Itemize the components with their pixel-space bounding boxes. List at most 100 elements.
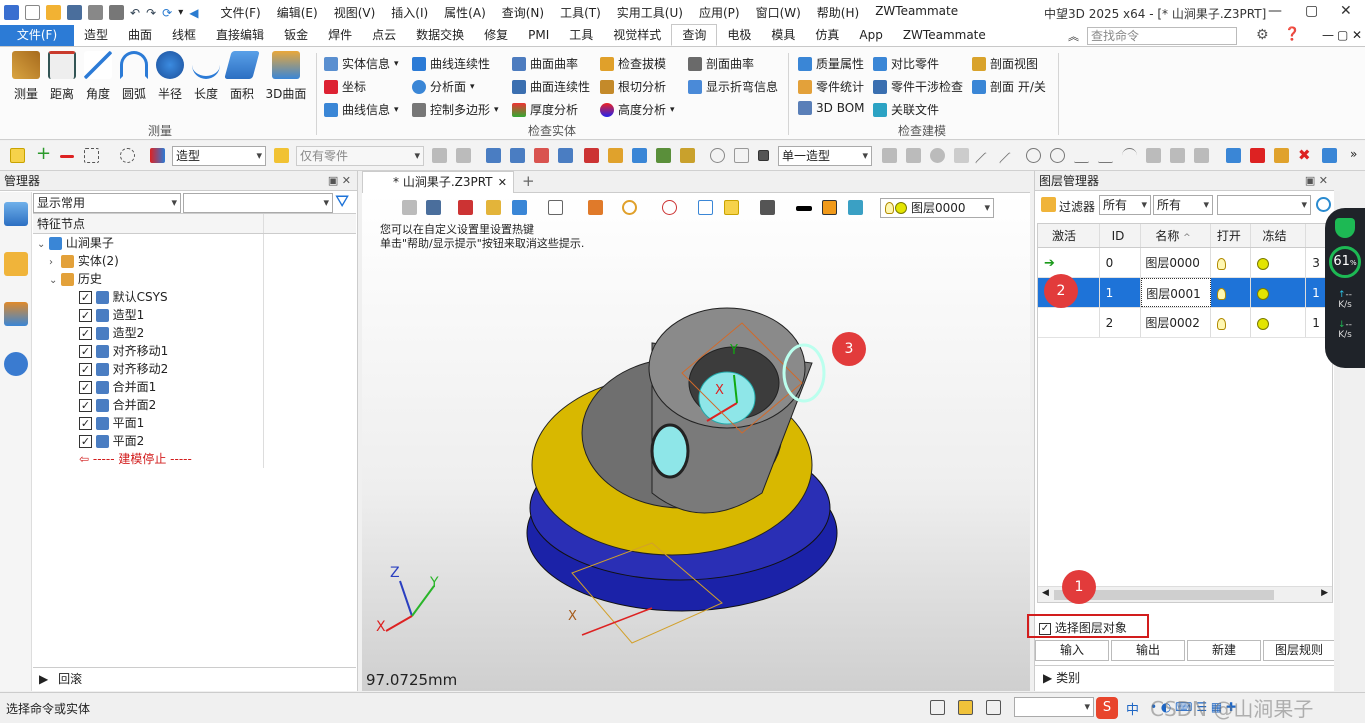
remove-icon[interactable] (60, 155, 74, 158)
3d-surface-button[interactable]: 3D曲面 (264, 51, 308, 102)
layer-visible-bulb-icon[interactable] (1216, 287, 1226, 300)
model-canvas[interactable]: 图层0000 您可以在自定义设置里设置热键 单击"帮助/显示提示"按钮来取消这些… (362, 193, 1030, 691)
menu-insert[interactable]: 插入(I) (383, 4, 436, 21)
view-cube-outline-icon[interactable] (548, 200, 563, 215)
height-analysis-button[interactable]: 高度分析 ▾ (600, 101, 675, 118)
layer-freeze-icon[interactable] (1256, 317, 1269, 330)
radius-button[interactable]: 半径 (152, 51, 188, 102)
layer-row[interactable]: 1 图层0001 1 (1038, 278, 1332, 308)
toolbar-tool-icon[interactable] (954, 148, 969, 163)
view-tool-icon[interactable] (486, 200, 501, 215)
angle-button[interactable]: 角度 (80, 51, 116, 102)
part-tab-icon[interactable] (3, 252, 28, 276)
tab-data-exchange[interactable]: 数据交换 (406, 25, 474, 46)
toolbar-tool-icon[interactable] (906, 148, 921, 163)
layer-filter-dropdown-1[interactable]: 所有 (1099, 195, 1151, 215)
view-tool-icon[interactable] (662, 200, 677, 215)
bend-info-button[interactable]: 显示折弯信息 (688, 78, 778, 95)
layer-freeze-icon[interactable] (1256, 257, 1269, 270)
toolbar-tool-icon[interactable] (930, 148, 945, 163)
print-icon[interactable] (88, 5, 103, 20)
tab-direct-edit[interactable]: 直接编辑 (206, 25, 274, 46)
ime-logo-icon[interactable]: S (1096, 697, 1118, 719)
menu-attribute[interactable]: 属性(A) (436, 4, 494, 21)
layer-visible-bulb-icon[interactable] (1216, 257, 1226, 270)
clock-icon[interactable] (710, 148, 725, 163)
more-tools-icon[interactable]: » (1350, 147, 1357, 162)
single-modeling-dropdown[interactable]: 单一造型 (778, 146, 872, 166)
mass-properties-button[interactable]: 质量属性 (798, 55, 864, 72)
3d-bom-button[interactable]: 3D BOM (798, 101, 865, 115)
line-color-icon[interactable] (796, 206, 812, 211)
view-tool-icon[interactable] (426, 200, 441, 215)
undo-icon[interactable]: ↶ (130, 6, 140, 20)
tab-surface[interactable]: 曲面 (118, 25, 162, 46)
toolbar-tool-icon[interactable] (680, 148, 695, 163)
compare-part-button[interactable]: 对比零件 (873, 55, 939, 72)
tab-file[interactable]: 文件(F) (0, 25, 74, 46)
user-tab-icon[interactable] (3, 352, 28, 376)
toolbar-tool-icon[interactable] (1170, 148, 1185, 163)
section-curvature-button[interactable]: 剖面曲率 (688, 55, 754, 72)
save-icon[interactable] (67, 5, 82, 20)
scroll-left-icon[interactable]: ◀ (1042, 588, 1049, 598)
toolbar-tool-icon[interactable] (486, 148, 501, 163)
scroll-right-icon[interactable]: ▶ (1321, 588, 1328, 598)
box-select-icon[interactable] (84, 148, 99, 163)
analyze-face-button[interactable]: 分析面 ▾ (412, 78, 475, 95)
undercut-button[interactable]: 根切分析 (600, 78, 666, 95)
visibility-checkbox[interactable]: ✓ (79, 327, 92, 340)
layer-stack-icon[interactable] (848, 200, 863, 215)
tab-zwteammate[interactable]: ZWTeammate (893, 25, 996, 46)
toolbar-tool-icon[interactable] (1194, 148, 1209, 163)
toolbar-tool-icon[interactable] (632, 148, 647, 163)
measure-button[interactable]: 测量 (8, 51, 44, 102)
display-mode-dropdown[interactable]: 显示常用 (33, 193, 181, 213)
tab-weldment[interactable]: 焊件 (318, 25, 362, 46)
select-layer-object-option[interactable]: ✓ 选择图层对象 (1027, 614, 1149, 638)
menu-file[interactable]: 文件(F) (212, 4, 268, 21)
curve-info-button[interactable]: 曲线信息 ▾ (324, 101, 399, 118)
tree-node[interactable]: ✓ 合并面1 (33, 378, 356, 396)
menu-apps[interactable]: 应用(P) (691, 4, 748, 21)
layer-refresh-icon[interactable] (1316, 197, 1331, 212)
tab-app[interactable]: App (849, 25, 892, 46)
view-cube-icon[interactable] (512, 200, 527, 215)
redo-icon[interactable]: ↷ (146, 6, 156, 20)
toolbar-tool-icon[interactable] (1322, 148, 1337, 163)
panel-controls-icon[interactable]: ▣ ✕ (328, 171, 351, 191)
length-button[interactable]: 长度 (188, 51, 224, 102)
tab-close-icon[interactable]: ✕ (498, 172, 507, 193)
toolbar-tool-icon[interactable] (456, 148, 471, 163)
status-tool-icon[interactable] (930, 700, 945, 715)
history-tab-icon[interactable] (3, 202, 28, 226)
view-tool-icon[interactable] (402, 200, 417, 215)
toolbar-tool-icon[interactable] (1074, 148, 1089, 163)
toolbar-tool-icon[interactable] (584, 148, 599, 163)
tab-visual-style[interactable]: 视觉样式 (603, 25, 671, 46)
visibility-checkbox[interactable]: ✓ (79, 363, 92, 376)
toolbar-tool-icon[interactable] (534, 148, 549, 163)
layer-filter-dropdown-2[interactable]: 所有 (1153, 195, 1213, 215)
tab-tools[interactable]: 工具 (559, 25, 603, 46)
visibility-checkbox[interactable]: ✓ (79, 435, 92, 448)
filter-funnel-icon[interactable]: ⛛ (335, 192, 349, 212)
layer-search-input[interactable] (1217, 195, 1311, 215)
tree-node[interactable]: › 实体(2) (33, 252, 356, 270)
surface-continuity-button[interactable]: 曲面连续性 (512, 78, 590, 95)
ribbon-minimize-icon[interactable]: — (1322, 28, 1334, 42)
tab-pmi[interactable]: PMI (518, 25, 559, 46)
view-tool-icon[interactable] (698, 200, 713, 215)
visibility-checkbox[interactable]: ✓ (79, 345, 92, 358)
tab-modeling[interactable]: 造型 (74, 25, 118, 46)
build-stop-marker[interactable]: ⇦ ----- 建模停止 ----- (33, 450, 356, 468)
part-filter-icon[interactable] (274, 148, 289, 163)
menu-query[interactable]: 查询(N) (494, 4, 552, 21)
entity-info-button[interactable]: 实体信息 ▾ (324, 55, 399, 72)
tab-simulation[interactable]: 仿真 (805, 25, 849, 46)
distance-button[interactable]: 距离 (44, 51, 80, 102)
tab-wireframe[interactable]: 线框 (162, 25, 206, 46)
toolbar-tool-icon[interactable] (1146, 148, 1161, 163)
tree-node[interactable]: ✓ 平面1 (33, 414, 356, 432)
toolbar-tool-icon[interactable] (432, 148, 447, 163)
